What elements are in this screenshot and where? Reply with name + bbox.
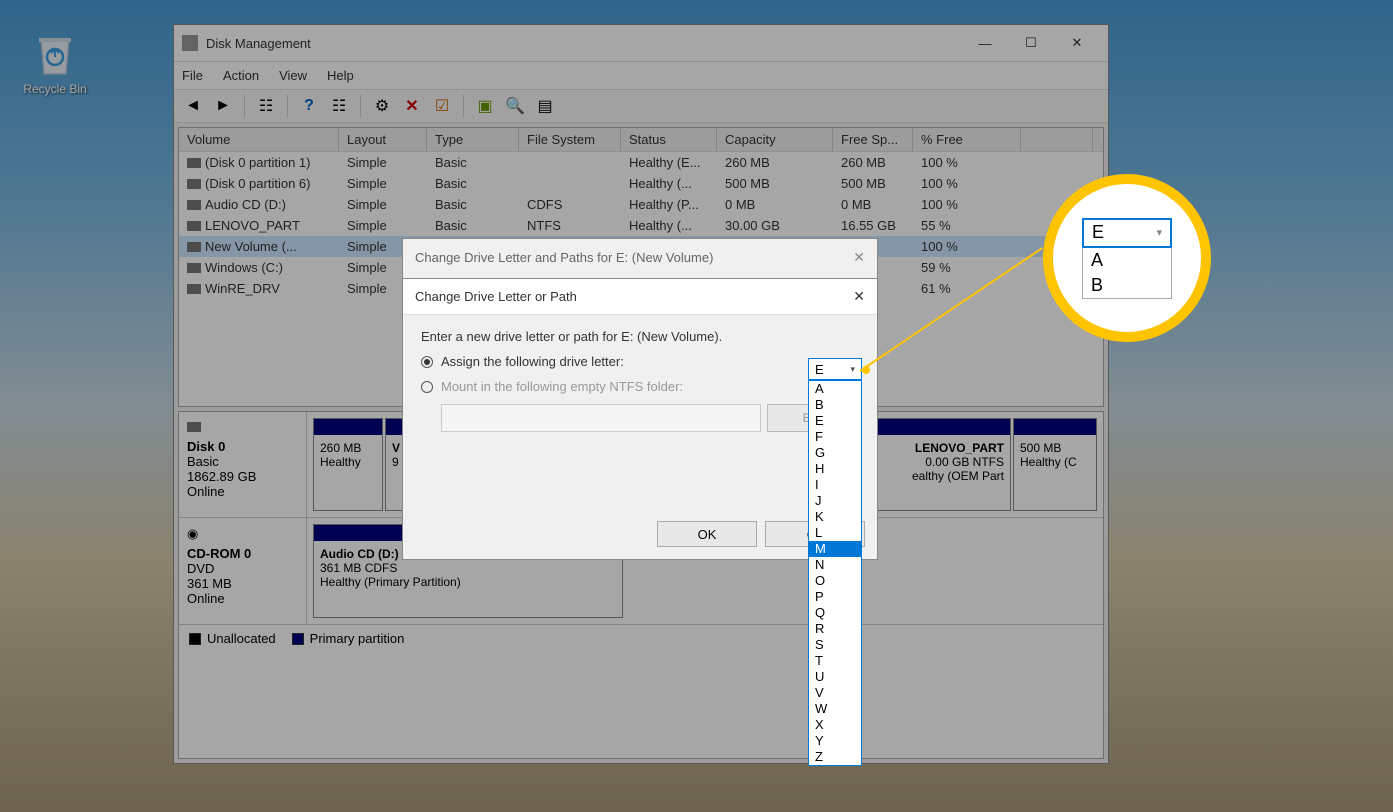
dialog2-title: Change Drive Letter or Path <box>415 289 577 304</box>
dialog-instruction: Enter a new drive letter or path for E: … <box>421 329 859 344</box>
combo-option[interactable]: W <box>809 701 861 717</box>
ok-button[interactable]: OK <box>657 521 757 547</box>
combo-option[interactable]: H <box>809 461 861 477</box>
dialog1-title: Change Drive Letter and Paths for E: (Ne… <box>415 250 713 265</box>
dialog-change-letter-or-path: Change Drive Letter or Path ✕ Enter a ne… <box>402 278 878 560</box>
callout-combo: E ▾ <box>1082 218 1172 248</box>
close-icon[interactable]: ✕ <box>853 288 865 305</box>
combo-option[interactable]: Q <box>809 605 861 621</box>
callout-magnifier: E ▾ A B <box>1043 174 1211 342</box>
combo-option[interactable]: B <box>809 397 861 413</box>
combo-option[interactable]: E <box>809 413 861 429</box>
combo-option[interactable]: Z <box>809 749 861 765</box>
combo-option[interactable]: I <box>809 477 861 493</box>
combo-option[interactable]: L <box>809 525 861 541</box>
combo-option[interactable]: M <box>809 541 861 557</box>
radio-mount[interactable] <box>421 381 433 393</box>
drive-letter-combo[interactable]: E ▾ <box>808 358 862 380</box>
combo-option[interactable]: Y <box>809 733 861 749</box>
drive-letter-list[interactable]: ABEFGHIJKLMNOPQRSTUVWXYZ <box>808 380 862 766</box>
combo-option[interactable]: S <box>809 637 861 653</box>
combo-option[interactable]: A <box>809 381 861 397</box>
chevron-down-icon: ▾ <box>850 364 855 375</box>
combo-selected: E <box>815 362 824 377</box>
close-icon[interactable]: ✕ <box>853 249 865 266</box>
chevron-down-icon: ▾ <box>1156 226 1162 239</box>
combo-option[interactable]: X <box>809 717 861 733</box>
radio-mount-label: Mount in the following empty NTFS folder… <box>441 379 683 394</box>
combo-option[interactable]: V <box>809 685 861 701</box>
mount-path-input <box>441 404 761 432</box>
combo-option[interactable]: T <box>809 653 861 669</box>
callout-dot <box>862 366 870 374</box>
combo-option[interactable]: N <box>809 557 861 573</box>
combo-option[interactable]: U <box>809 669 861 685</box>
radio-assign-label: Assign the following drive letter: <box>441 354 624 369</box>
combo-option[interactable]: G <box>809 445 861 461</box>
combo-option[interactable]: F <box>809 429 861 445</box>
combo-option[interactable]: R <box>809 621 861 637</box>
radio-assign[interactable] <box>421 356 433 368</box>
combo-option[interactable]: K <box>809 509 861 525</box>
combo-option[interactable]: J <box>809 493 861 509</box>
combo-option[interactable]: P <box>809 589 861 605</box>
combo-option[interactable]: O <box>809 573 861 589</box>
